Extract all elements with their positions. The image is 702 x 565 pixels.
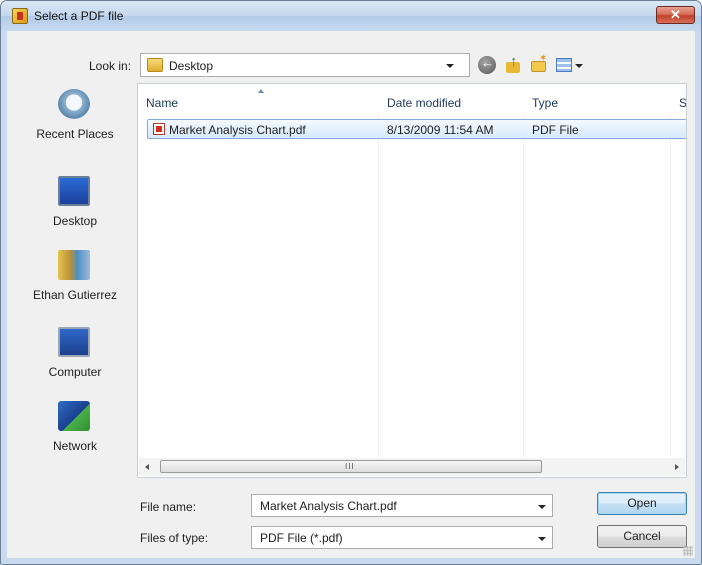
cancel-button[interactable]: Cancel — [597, 525, 687, 548]
look-in-label: Look in: — [89, 59, 132, 73]
dialog-client-area: Look in: Desktop Recent Places Desktop E… — [7, 31, 695, 558]
sort-ascending-icon — [258, 89, 264, 93]
column-header-name[interactable]: Name — [146, 96, 178, 110]
chevron-down-icon — [575, 64, 583, 68]
date-modified-cell: 8/13/2009 11:54 AM — [387, 123, 494, 137]
column-header-date-modified[interactable]: Date modified — [387, 96, 461, 110]
computer-icon — [58, 327, 90, 357]
place-network[interactable]: Network — [15, 401, 135, 471]
chevron-down-icon — [538, 537, 546, 541]
file-type-label: Files of type: — [140, 531, 209, 545]
chevron-down-icon — [446, 64, 454, 68]
place-label: Network — [52, 439, 97, 453]
scrollbar-thumb[interactable]: III — [160, 460, 542, 473]
file-row-selected[interactable]: Market Analysis Chart.pdf 8/13/2009 11:5… — [147, 119, 686, 139]
place-recent-places[interactable]: Recent Places — [15, 89, 135, 159]
recent-places-icon — [58, 89, 90, 119]
place-label: Recent Places — [36, 127, 114, 141]
network-icon — [58, 401, 90, 431]
view-menu-icon[interactable] — [556, 56, 584, 74]
column-divider — [670, 114, 671, 457]
user-folder-icon — [58, 250, 90, 280]
file-name-value: Market Analysis Chart.pdf — [260, 499, 397, 513]
column-divider — [523, 114, 524, 457]
scrollbar-grip: III — [345, 462, 355, 471]
close-icon: ✕ — [670, 7, 681, 22]
app-icon — [12, 8, 28, 24]
place-user-folder[interactable]: Ethan Gutierrez — [15, 250, 135, 320]
column-header-size[interactable]: Si — [679, 96, 686, 110]
column-divider — [378, 114, 379, 457]
place-label: Computer — [48, 365, 102, 379]
up-folder-icon[interactable] — [504, 53, 522, 74]
pdf-file-icon — [153, 123, 165, 135]
place-label: Ethan Gutierrez — [32, 288, 118, 302]
place-desktop[interactable]: Desktop — [15, 176, 135, 246]
new-folder-icon[interactable] — [529, 53, 547, 74]
back-icon[interactable] — [478, 55, 496, 74]
window-title: Select a PDF file — [34, 9, 124, 23]
file-name-field[interactable]: Market Analysis Chart.pdf — [251, 494, 553, 517]
close-button[interactable]: ✕ — [656, 6, 695, 24]
place-computer[interactable]: Computer — [15, 327, 135, 397]
open-button[interactable]: Open — [597, 492, 687, 515]
column-header-type[interactable]: Type — [532, 96, 558, 110]
places-bar: Recent Places Desktop Ethan Gutierrez Co… — [15, 83, 135, 478]
file-type-select[interactable]: PDF File (*.pdf) — [251, 526, 553, 549]
scroll-left-icon[interactable] — [145, 464, 149, 470]
resize-grip[interactable] — [683, 546, 693, 556]
horizontal-scrollbar[interactable]: III — [139, 458, 685, 476]
chevron-down-icon[interactable] — [538, 505, 546, 509]
look-in-dropdown[interactable]: Desktop — [140, 53, 470, 77]
file-name-cell: Market Analysis Chart.pdf — [169, 123, 306, 137]
scroll-right-icon[interactable] — [675, 464, 679, 470]
folder-icon — [147, 58, 163, 72]
file-type-value: PDF File (*.pdf) — [260, 531, 343, 545]
place-label: Desktop — [52, 214, 98, 228]
file-list[interactable]: Name Date modified Type Si Market Analys… — [137, 83, 687, 478]
title-bar[interactable]: Select a PDF file ✕ — [1, 1, 701, 31]
desktop-icon — [58, 176, 90, 206]
type-cell: PDF File — [532, 123, 579, 137]
look-in-value: Desktop — [169, 59, 214, 73]
file-name-label: File name: — [140, 500, 197, 514]
file-dialog-window: Select a PDF file ✕ Look in: Desktop Rec… — [0, 0, 702, 565]
